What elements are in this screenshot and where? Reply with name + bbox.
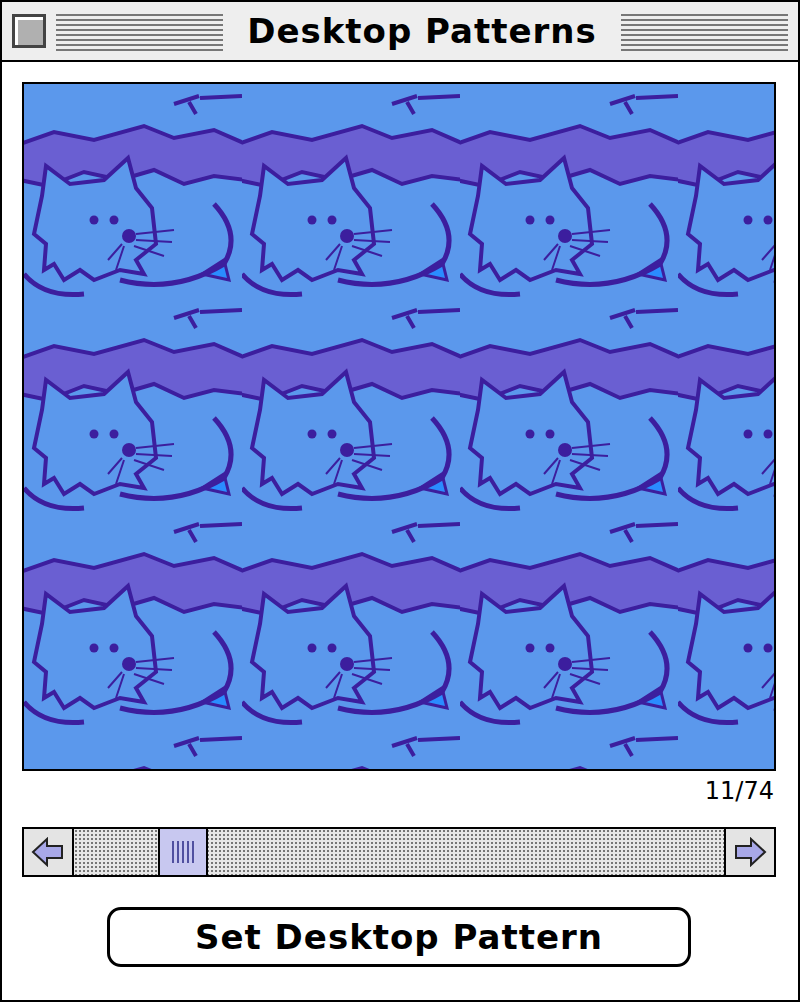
- scroll-thumb[interactable]: [158, 829, 208, 875]
- title-bar[interactable]: Desktop Patterns: [2, 2, 798, 62]
- pattern-scrollbar[interactable]: [22, 827, 776, 877]
- left-arrow-icon: [31, 837, 65, 867]
- cat-pattern-icon: [24, 84, 774, 769]
- close-box[interactable]: [12, 14, 46, 48]
- title-stripes: [56, 11, 223, 51]
- right-arrow-icon: [733, 837, 767, 867]
- scroll-right-button[interactable]: [724, 829, 774, 875]
- thumb-grip: [172, 841, 194, 863]
- pattern-preview: [22, 82, 776, 771]
- scroll-track[interactable]: [74, 829, 724, 875]
- window-title: Desktop Patterns: [233, 11, 611, 51]
- title-stripes: [621, 11, 788, 51]
- scroll-left-button[interactable]: [24, 829, 74, 875]
- pattern-counter: 11/74: [22, 771, 776, 807]
- set-desktop-pattern-button[interactable]: Set Desktop Pattern: [107, 907, 691, 967]
- desktop-patterns-window: Desktop Patterns 11/74 Set Desktop Pattern: [0, 0, 800, 1002]
